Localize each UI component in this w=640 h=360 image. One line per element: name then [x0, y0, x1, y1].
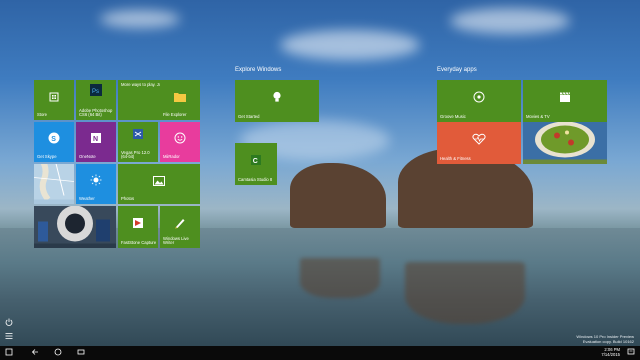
tablet-icon	[5, 348, 13, 356]
tile-vegas[interactable]: Vegas Pro 12.0 (64-bit)	[118, 122, 158, 162]
tile-get-started[interactable]: Get Started	[235, 80, 319, 122]
tile-photoshop[interactable]: Ps Adobe Photoshop CS6 (64 Bit)	[76, 80, 116, 120]
system-clock[interactable]: 2:06 PM 7/14/2015	[601, 347, 620, 358]
background-reflection	[405, 262, 525, 324]
tile-label: Photos	[121, 196, 135, 202]
faststone-icon	[132, 216, 144, 234]
background-rock-left	[290, 163, 386, 228]
heart-pulse-icon	[472, 132, 486, 150]
all-apps-icon	[5, 333, 13, 339]
tile-label: FastStone Capture	[121, 240, 157, 246]
skype-icon: S	[48, 131, 60, 149]
lightbulb-icon	[272, 90, 282, 108]
tile-label: OneNote	[79, 154, 96, 160]
miirador-icon	[174, 131, 186, 149]
tile-photos[interactable]: Photos	[118, 164, 200, 204]
folder-icon	[174, 89, 186, 107]
tile-label: Groove Music	[440, 114, 466, 120]
tile-store[interactable]: Store	[34, 80, 74, 120]
tile-label: Adobe Photoshop CS6 (64 Bit)	[79, 107, 113, 118]
tile-maps[interactable]	[34, 164, 74, 204]
tile-faststone[interactable]: FastStone Capture	[118, 206, 158, 248]
notifications-button[interactable]	[626, 348, 636, 358]
music-disc-icon	[473, 90, 485, 108]
tile-miirador[interactable]: MiiRador	[160, 122, 200, 162]
tile-file-explorer[interactable]: File Explorer	[160, 80, 200, 120]
live-writer-icon	[174, 216, 186, 234]
task-view-button[interactable]	[76, 348, 86, 358]
map-image	[34, 164, 74, 204]
tile-label: Vegas Pro 12.0 (64-bit)	[121, 149, 150, 160]
tile-label: MiiRador	[163, 154, 180, 160]
all-apps-button[interactable]	[4, 332, 14, 342]
build-watermark: Windows 10 Pro Insider Preview Evaluatio…	[576, 334, 634, 344]
watermark-line2: Evaluation copy. Build 10162	[582, 339, 634, 345]
tile-label: File Explorer	[163, 112, 187, 118]
tile-label: Windows Live Writer	[163, 235, 189, 246]
taskbar: 2:06 PM 7/14/2015	[0, 346, 640, 360]
background-cloud	[450, 8, 570, 34]
start-icon	[54, 348, 62, 356]
onenote-icon: N	[90, 131, 102, 149]
back-button[interactable]	[30, 348, 40, 358]
sun-icon	[90, 173, 102, 191]
start-button[interactable]	[53, 348, 63, 358]
tile-camtasia[interactable]: C Camtasia Studio 8	[235, 143, 277, 185]
photoshop-icon: Ps	[90, 83, 102, 101]
svg-text:Ps: Ps	[92, 89, 99, 95]
tablet-mode-button[interactable]	[4, 348, 14, 358]
tile-movies[interactable]: Movies & TV	[523, 80, 607, 122]
photos-icon	[153, 173, 165, 191]
back-icon	[31, 349, 38, 355]
clapperboard-icon	[559, 90, 571, 108]
store-icon	[48, 89, 60, 107]
tile-label: Weather	[79, 196, 95, 202]
clock-date: 7/14/2015	[601, 352, 620, 358]
tile-live-writer[interactable]: Windows Live Writer	[160, 206, 200, 248]
tile-label: Health & Fitness	[440, 156, 471, 162]
background-cloud	[280, 30, 420, 60]
group-title-everyday: Everyday apps	[437, 67, 477, 73]
svg-text:N: N	[93, 136, 98, 143]
background-cloud	[100, 10, 180, 28]
food-image	[523, 122, 607, 164]
notifications-icon	[627, 348, 635, 355]
tile-get-skype[interactable]: S Get Skype	[34, 122, 74, 162]
task-view-icon	[77, 349, 85, 355]
tile-food-photo[interactable]	[523, 122, 607, 164]
power-button[interactable]	[4, 318, 14, 328]
photo-image	[34, 206, 116, 248]
svg-text:C: C	[253, 158, 258, 165]
tile-label: Movies & TV	[526, 114, 550, 120]
tile-onenote[interactable]: N OneNote	[76, 122, 116, 162]
tile-groove[interactable]: Groove Music	[437, 80, 521, 122]
tile-label: Store	[37, 112, 48, 118]
tile-label: Get Skype	[37, 154, 57, 160]
svg-text:S: S	[51, 136, 56, 143]
camtasia-icon: C	[250, 153, 262, 171]
tile-people-photo[interactable]	[34, 206, 116, 248]
vegas-icon	[132, 127, 144, 145]
background-reflection	[300, 258, 380, 298]
tile-weather[interactable]: Weather	[76, 164, 116, 204]
power-icon	[5, 318, 13, 326]
tile-health[interactable]: Health & Fitness	[437, 122, 521, 164]
tile-label: Camtasia Studio 8	[238, 177, 273, 183]
tile-label: Get Started	[238, 114, 260, 120]
group-title-explore: Explore Windows	[235, 67, 282, 73]
